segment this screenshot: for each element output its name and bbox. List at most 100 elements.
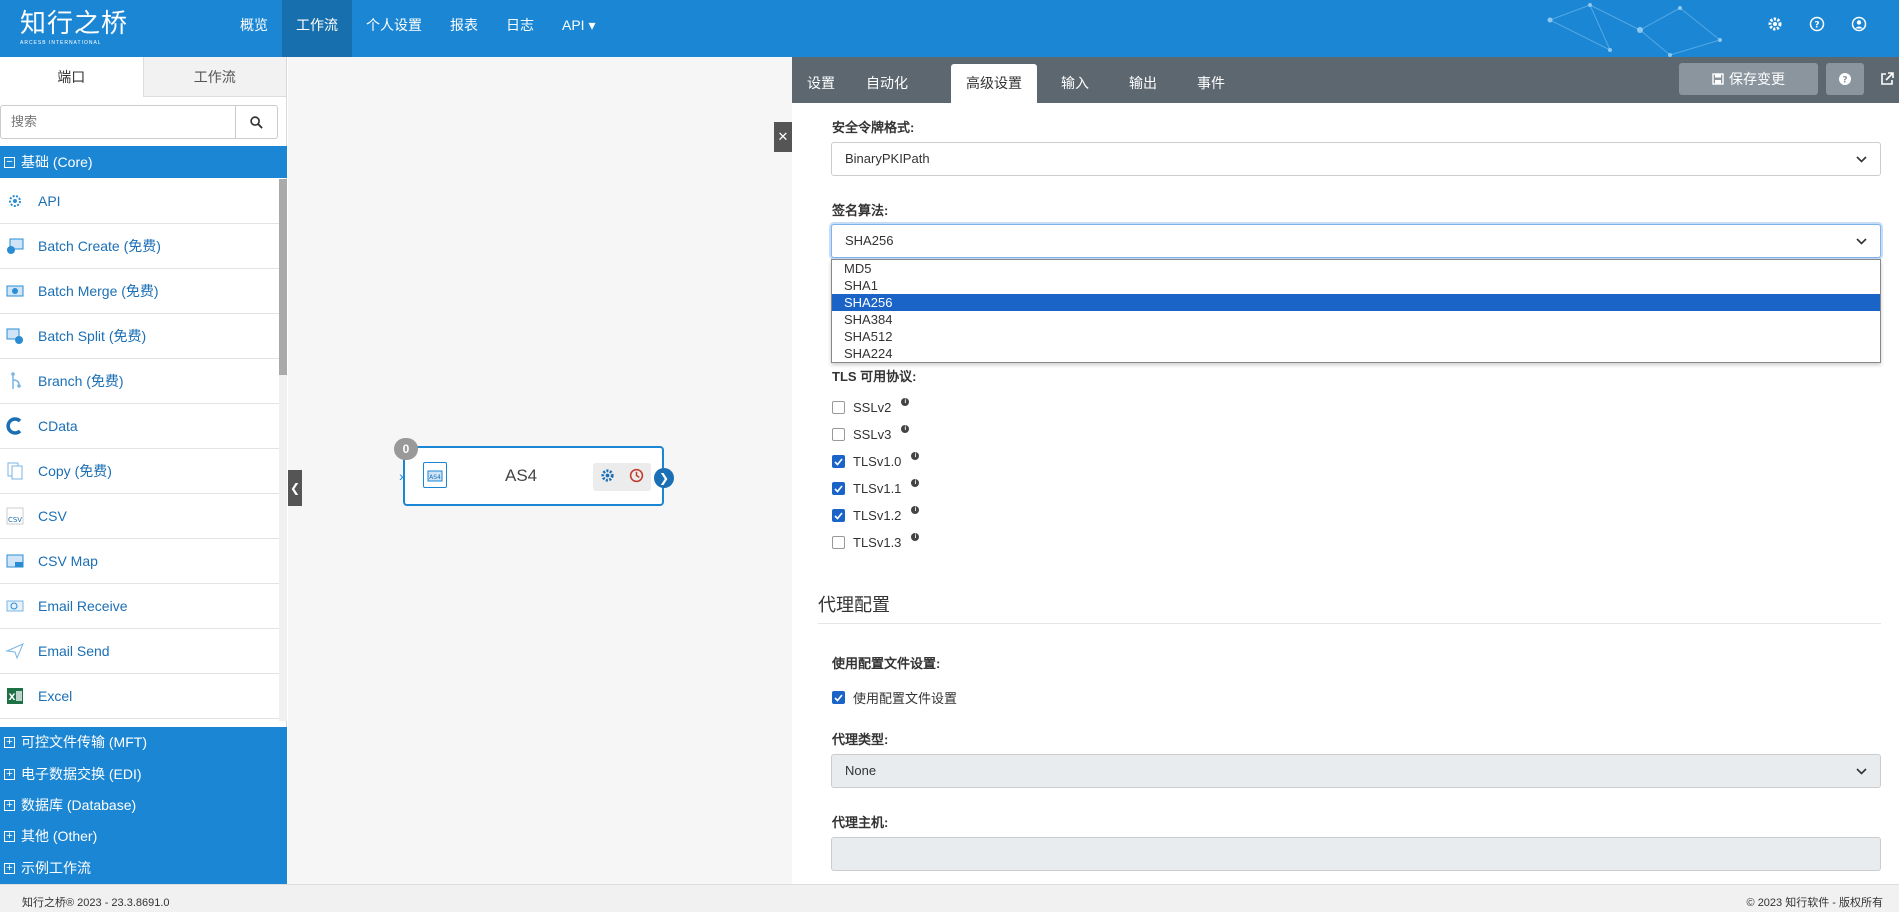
chevron-left-icon: ❮ (289, 481, 301, 495)
info-icon[interactable]: i (911, 505, 920, 514)
gear-icon[interactable] (1765, 14, 1785, 34)
expand-icon: + (4, 736, 15, 749)
token-format-select[interactable]: BinaryPKIPath (831, 142, 1881, 176)
gear-icon[interactable] (600, 468, 615, 486)
list-item[interactable]: Branch (免费) (0, 359, 279, 404)
connector-label: Batch Create (免费) (38, 238, 161, 254)
connector-scroll-thumb[interactable] (279, 179, 287, 375)
tab-events[interactable]: 事件 (1182, 64, 1240, 103)
category-label: 其他 (Other) (21, 828, 98, 845)
info-icon[interactable]: i (911, 478, 920, 487)
list-item[interactable]: Email Send (0, 629, 279, 674)
use-profile-checkbox-label: 使用配置文件设置 (853, 691, 958, 706)
list-item[interactable]: Email Receive (0, 584, 279, 629)
checkbox[interactable] (832, 428, 845, 441)
list-item[interactable]: Copy (免费) (0, 449, 279, 494)
checkbox[interactable] (832, 536, 845, 549)
tls-v11[interactable]: TLSv1.1 i (832, 478, 920, 496)
nav-api[interactable]: API ▾ (548, 0, 609, 57)
sign-algo-select[interactable]: SHA256 (831, 224, 1881, 258)
info-icon[interactable]: i (901, 397, 910, 406)
proxy-type-label: 代理类型: (832, 732, 889, 747)
csv-map-icon (4, 550, 26, 572)
search-input[interactable]: 搜索 (1, 106, 235, 138)
list-item[interactable]: Batch Create (免费) (0, 224, 279, 269)
list-item[interactable]: X Excel (0, 674, 279, 719)
collapse-left-button[interactable]: ❮ (288, 470, 302, 506)
category-mft[interactable]: + 可控文件传输 (MFT) (0, 727, 287, 758)
help-icon[interactable]: ? (1807, 14, 1827, 34)
clock-icon[interactable] (629, 468, 644, 486)
use-profile-label: 使用配置文件设置: (832, 656, 941, 671)
list-item[interactable]: Batch Split (免费) (0, 314, 279, 359)
search-button[interactable] (235, 106, 277, 138)
expand-icon: + (4, 862, 15, 874)
tab-ports[interactable]: 端口 (0, 57, 143, 97)
workflow-node[interactable]: 0 › AS4 AS4 ❯ (394, 438, 674, 506)
use-profile-checkbox-row[interactable]: 使用配置文件设置 (832, 688, 957, 707)
checkbox[interactable] (832, 509, 845, 522)
user-icon[interactable] (1849, 14, 1869, 34)
expand-icon: + (4, 799, 15, 811)
option-sha224[interactable]: SHA224 (832, 345, 1880, 362)
nav-reports[interactable]: 报表 (436, 0, 492, 57)
output-port-icon[interactable]: ❯ (654, 468, 674, 488)
option-sha256[interactable]: SHA256 (832, 294, 1880, 311)
checkbox[interactable] (832, 482, 845, 495)
collapse-icon: − (4, 156, 15, 168)
option-sha1[interactable]: SHA1 (832, 277, 1880, 294)
info-icon[interactable]: i (911, 532, 920, 541)
connector-label: Batch Merge (免费) (38, 283, 159, 299)
info-icon[interactable]: i (901, 424, 910, 433)
branch-icon (4, 370, 26, 392)
proxy-type-select[interactable]: None (831, 754, 1881, 788)
node-badge: 0 (394, 438, 418, 460)
tab-output[interactable]: 输出 (1114, 64, 1172, 103)
list-item[interactable]: API (0, 179, 279, 224)
list-item[interactable]: Batch Merge (免费) (0, 269, 279, 314)
checkbox[interactable] (832, 455, 845, 468)
nav-profile[interactable]: 个人设置 (352, 0, 436, 57)
copy-icon (4, 460, 26, 482)
list-item[interactable]: CData (0, 404, 279, 449)
category-edi[interactable]: + 电子数据交换 (EDI) (0, 758, 287, 789)
option-sha512[interactable]: SHA512 (832, 328, 1880, 345)
checkbox[interactable] (832, 691, 845, 704)
connector-label: CSV (38, 508, 67, 524)
option-sha384[interactable]: SHA384 (832, 311, 1880, 328)
tls-sslv3[interactable]: SSLv3 i (832, 424, 910, 442)
category-other[interactable]: + 其他 (Other) (0, 821, 287, 852)
tls-v13[interactable]: TLSv1.3 i (832, 532, 920, 550)
category-database[interactable]: + 数据库 (Database) (0, 790, 287, 821)
tls-v12[interactable]: TLSv1.2 i (832, 505, 920, 523)
tls-v10[interactable]: TLSv1.0 i (832, 451, 920, 469)
tls-sslv2[interactable]: SSLv2 i (832, 397, 910, 415)
tab-workflows[interactable]: 工作流 (142, 57, 286, 97)
list-item[interactable]: CSV Map (0, 539, 279, 584)
csv-icon: CSV (4, 505, 26, 527)
input-port-icon[interactable]: › (399, 468, 404, 484)
nav-overview[interactable]: 概览 (226, 0, 282, 57)
category-label: 电子数据交换 (EDI) (21, 765, 142, 782)
nav-workflow[interactable]: 工作流 (282, 0, 352, 57)
tab-advanced[interactable]: 高级设置 (951, 64, 1037, 103)
option-md5[interactable]: MD5 (832, 260, 1880, 277)
category-core[interactable]: − 基础 (Core) (0, 146, 287, 178)
list-item[interactable]: CSV CSV (0, 494, 279, 539)
info-icon[interactable]: i (911, 451, 920, 460)
save-button[interactable]: 保存变更 (1679, 63, 1818, 95)
tab-automation[interactable]: 自动化 (851, 64, 923, 103)
tls-option-label: TLSv1.2 (853, 508, 902, 523)
close-panel-button[interactable]: ✕ (774, 122, 792, 152)
app-logo[interactable]: 知行之桥 ARCESB INTERNATIONAL (20, 10, 128, 48)
proxy-host-input[interactable] (831, 837, 1881, 871)
help-button[interactable]: ? (1826, 63, 1864, 95)
external-link-button[interactable] (1872, 63, 1899, 95)
token-format-label: 安全令牌格式: (832, 120, 915, 135)
category-samples[interactable]: + 示例工作流 (0, 853, 287, 884)
tab-input[interactable]: 输入 (1046, 64, 1104, 103)
tab-settings[interactable]: 设置 (792, 64, 850, 103)
connector-label: CSV Map (38, 553, 98, 569)
checkbox[interactable] (832, 401, 845, 414)
nav-logs[interactable]: 日志 (492, 0, 548, 57)
